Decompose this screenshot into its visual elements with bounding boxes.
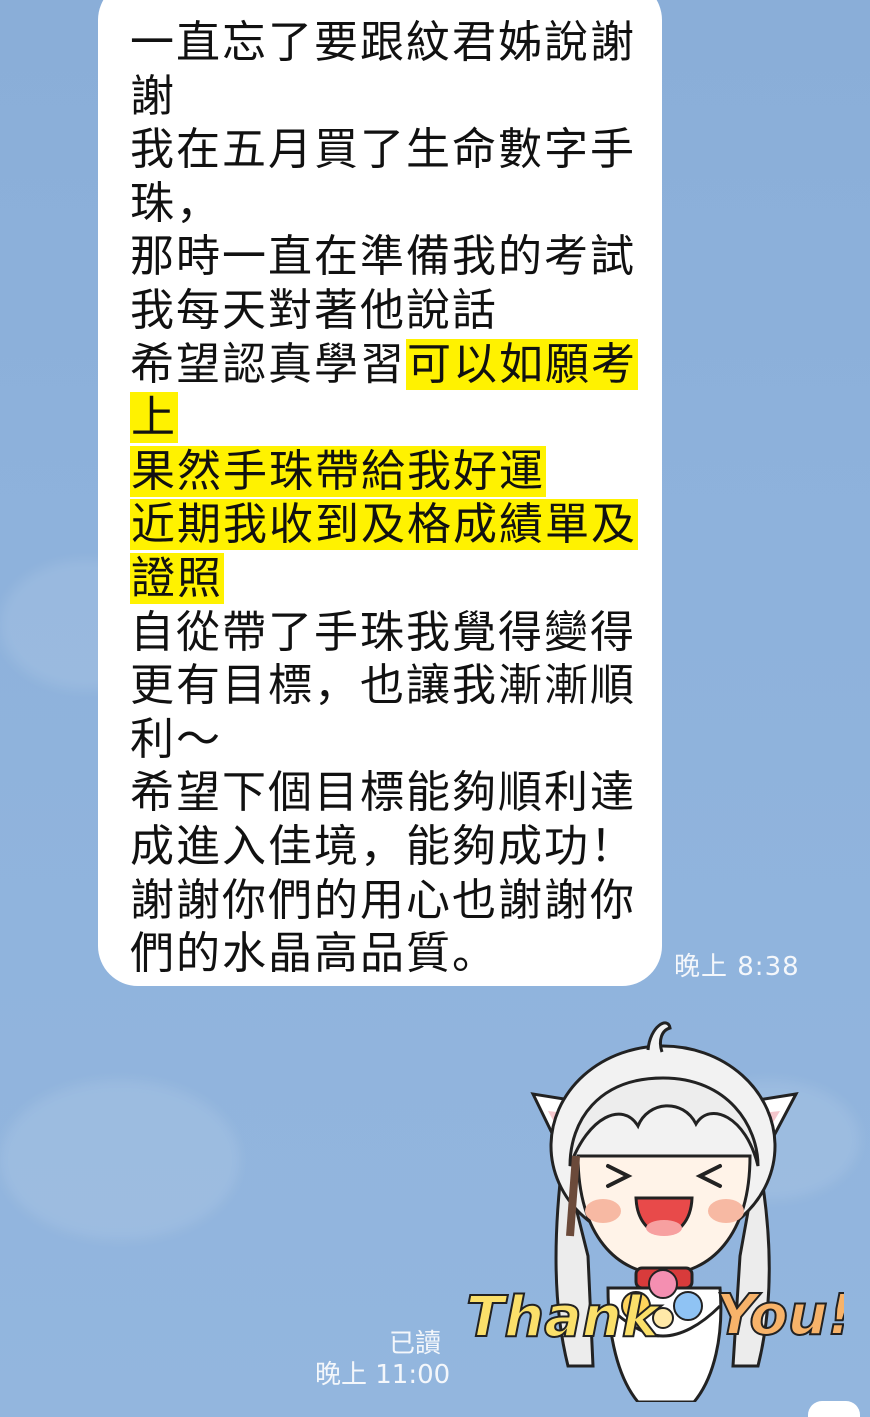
cloud-decoration bbox=[0, 1080, 240, 1240]
highlighted-text: 可以如願考 bbox=[406, 338, 638, 390]
sticker-text-thank: Thank bbox=[466, 1285, 663, 1350]
message-line: 珠， bbox=[130, 177, 222, 229]
message-line: 成進入佳境，能夠成功！ bbox=[130, 820, 636, 872]
partial-bubble-edge bbox=[808, 1401, 860, 1417]
message-line: 們的水晶高品質。 bbox=[130, 928, 498, 980]
message-line: 謝謝你們的用心也謝謝你 bbox=[130, 874, 636, 926]
message-line: 果然手珠帶給我好運 bbox=[130, 445, 632, 499]
message-line: 我在五月買了生命數字手 bbox=[130, 124, 636, 176]
message-line: 謝 bbox=[130, 70, 176, 122]
message-line: 上 bbox=[130, 391, 632, 445]
message-line: 我每天對著他說話 bbox=[130, 284, 498, 336]
message-line: 希望認真學習可以如願考 bbox=[130, 338, 638, 392]
thank-you-sticker[interactable]: Thank You! bbox=[458, 1006, 854, 1404]
received-message-time: 晚上 8:38 bbox=[674, 952, 800, 982]
highlighted-text: 近期我收到及格成績單及 bbox=[130, 499, 638, 551]
message-line: 自從帶了手珠我覺得變得 bbox=[130, 606, 636, 658]
sticker-illustration: Thank You! bbox=[465, 1021, 854, 1404]
message-text: 希望認真學習 bbox=[130, 338, 406, 390]
highlighted-text: 上 bbox=[130, 392, 178, 444]
highlighted-text: 果然手珠帶給我好運 bbox=[130, 445, 546, 497]
sticker-text-you: You! bbox=[716, 1283, 844, 1348]
sent-message-time: 晚上 11:00 bbox=[315, 1360, 451, 1390]
message-line: 希望下個目標能夠順利達 bbox=[130, 767, 636, 819]
chat-room: 一直忘了要跟紋君姊說謝 謝 我在五月買了生命數字手 珠， 那時一直在準備我的考試… bbox=[0, 0, 870, 1417]
received-message-bubble[interactable]: 一直忘了要跟紋君姊說謝 謝 我在五月買了生命數字手 珠， 那時一直在準備我的考試… bbox=[98, 0, 662, 986]
highlighted-text: 證照 bbox=[130, 552, 224, 604]
message-line: 那時一直在準備我的考試 bbox=[130, 231, 636, 283]
message-line: 更有目標，也讓我漸漸順 bbox=[130, 660, 636, 712]
message-line: 一直忘了要跟紋君姊說謝 bbox=[130, 17, 636, 68]
message-line: 近期我收到及格成績單及 bbox=[130, 498, 638, 552]
message-line: 利～ bbox=[130, 713, 222, 765]
message-line: 證照 bbox=[130, 552, 632, 606]
